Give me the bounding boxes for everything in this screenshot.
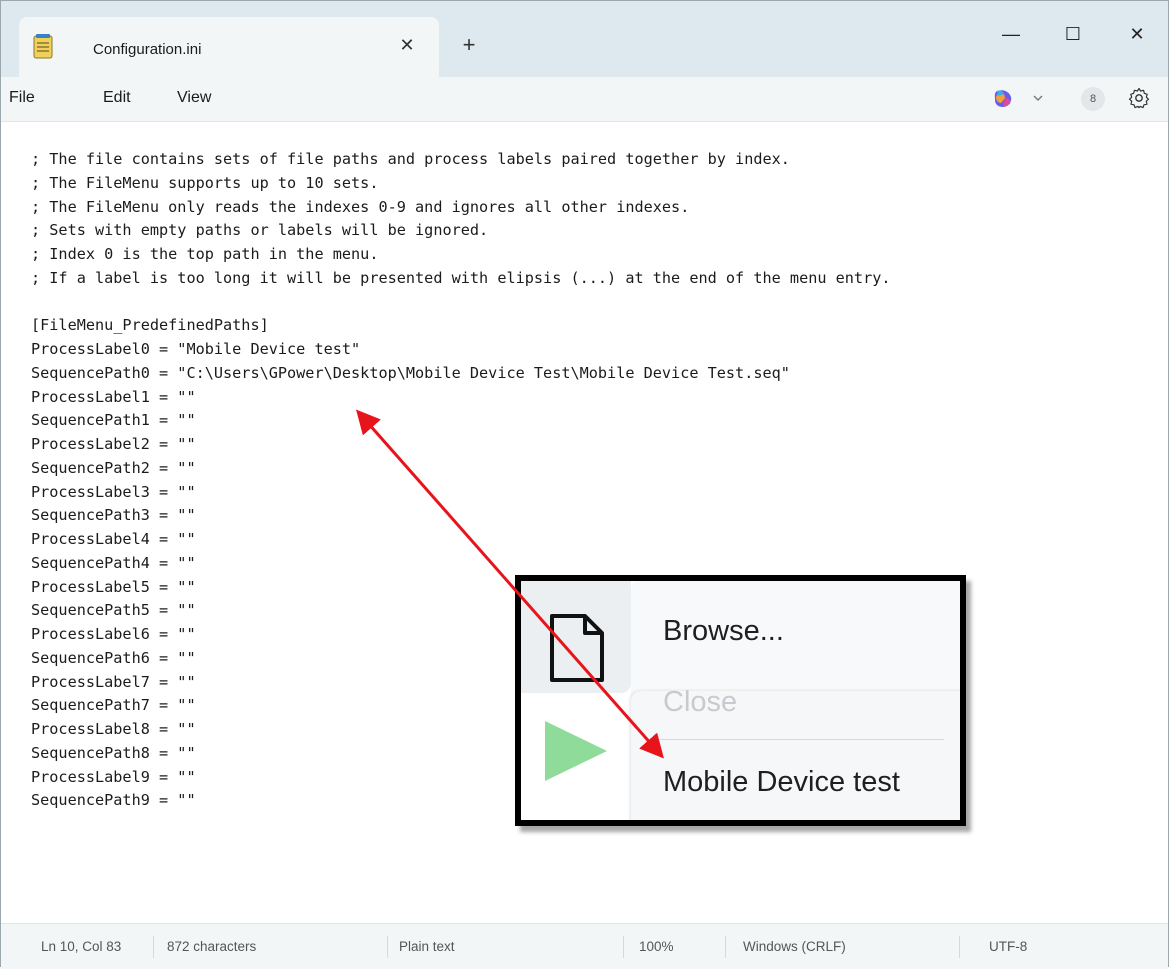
tab-configuration-ini[interactable]: Configuration.ini ✕: [19, 17, 439, 77]
cursor-position: Ln 10, Col 83: [41, 939, 122, 954]
zoom-level[interactable]: 100%: [639, 939, 674, 954]
editor-line: ProcessLabel3 = "": [31, 482, 196, 501]
editor-line: SequencePath1 = "": [31, 411, 196, 430]
editor-line: ; The FileMenu only reads the indexes 0-…: [31, 197, 690, 216]
menu-item-close: Close: [663, 686, 738, 718]
editor-line: ; The file contains sets of file paths a…: [31, 150, 790, 168]
status-divider: [725, 936, 726, 958]
menu-item-mobile-device-test[interactable]: Mobile Device test: [663, 766, 900, 799]
status-bar: Ln 10, Col 83 872 characters Plain text …: [1, 923, 1168, 969]
status-divider: [387, 936, 388, 958]
line-ending[interactable]: Windows (CRLF): [743, 939, 846, 954]
notepad-icon: [33, 34, 53, 59]
editor-line: [FileMenu_PredefinedPaths]: [31, 316, 269, 335]
character-count: 872 characters: [167, 939, 257, 954]
document-icon: [550, 614, 604, 682]
status-divider: [623, 936, 624, 958]
account-icon[interactable]: 8: [1081, 87, 1105, 111]
menu-view[interactable]: View: [177, 89, 211, 107]
editor-line: SequencePath4 = "": [31, 553, 196, 572]
menu-bar: File Edit View 8: [1, 77, 1168, 122]
editor-line: SequencePath3 = "": [31, 506, 196, 525]
gear-icon[interactable]: [1127, 86, 1151, 110]
editor-line: [31, 291, 891, 315]
encoding[interactable]: UTF-8: [989, 939, 1027, 954]
editor-line: ; The FileMenu supports up to 10 sets.: [31, 173, 379, 192]
editor-line: ; Index 0 is the top path in the menu.: [31, 245, 379, 263]
status-divider: [153, 936, 154, 958]
editor-line: ProcessLabel0 = "Mobile Device test": [31, 340, 361, 358]
editor-line: ProcessLabel2 = "": [31, 435, 196, 453]
minimize-button[interactable]: —: [991, 19, 1031, 49]
menu-edit[interactable]: Edit: [103, 89, 131, 107]
title-bar: Configuration.ini ✕ + — ☐ ✕: [1, 1, 1168, 77]
editor-line: ; Sets with empty paths or labels will b…: [31, 221, 489, 240]
maximize-button[interactable]: ☐: [1053, 19, 1093, 49]
editor-line: SequencePath2 = "": [31, 458, 196, 477]
tab-close-icon[interactable]: ✕: [397, 35, 417, 55]
file-type: Plain text: [399, 939, 455, 954]
copilot-icon[interactable]: [991, 87, 1015, 111]
status-divider: [959, 936, 960, 958]
editor-line: ; If a label is too long it will be pres…: [31, 268, 891, 287]
chevron-down-icon[interactable]: [1031, 91, 1045, 105]
editor-line: SequencePath0 = "C:\Users\GPower\Desktop…: [31, 363, 790, 382]
tab-title: Configuration.ini: [93, 41, 202, 58]
editor-line: ProcessLabel1 = "": [31, 387, 196, 406]
menu-file[interactable]: File: [9, 89, 35, 107]
new-tab-icon[interactable]: +: [459, 34, 479, 56]
file-menu-callout: Browse... Close Mobile Device test: [515, 575, 966, 826]
menu-item-browse[interactable]: Browse...: [663, 615, 784, 648]
close-button[interactable]: ✕: [1117, 19, 1157, 49]
menu-separator: [656, 739, 944, 740]
editor-line: ProcessLabel4 = "": [31, 530, 196, 548]
play-icon: [545, 721, 607, 781]
